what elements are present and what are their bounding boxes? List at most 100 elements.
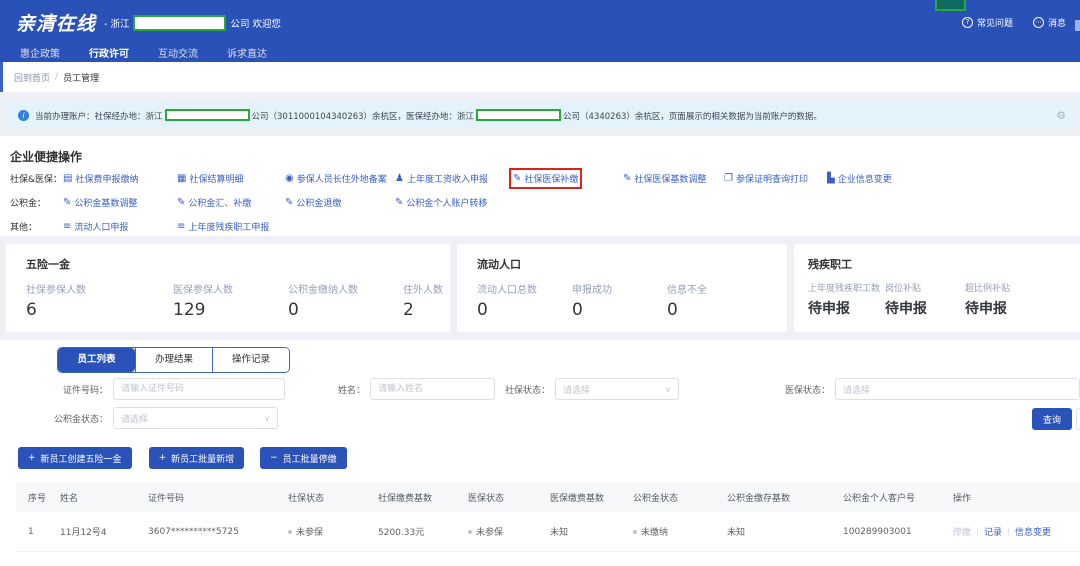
status-badge: 未参保 [456, 512, 538, 552]
plus-icon: + [28, 453, 36, 463]
card-icon: ▤ [63, 174, 72, 184]
edit-icon: ✎ [623, 174, 631, 184]
breadcrumb-current: 员工管理 [63, 71, 99, 84]
list-icon: ≡ [177, 222, 185, 232]
metric-zhuwai-renshu: 住外人数2 [403, 281, 443, 320]
fund-status-select[interactable]: 请选择∨ [113, 407, 278, 429]
link-gongjijin-zhanghu-zhuanyi[interactable]: ✎公积金个人账户转移 [395, 196, 487, 209]
edit-icon: ✎ [285, 198, 293, 208]
status-badge: 未参保 [276, 512, 366, 552]
link-gongjijin-tuijiao[interactable]: ✎公积金退缴 [285, 196, 341, 209]
partial-nav-item [1075, 20, 1080, 31]
metric-xinxi-buquan: 信息不全0 [667, 281, 762, 320]
link-gongjijin-jishu-tiaozheng[interactable]: ✎公积金基数调整 [63, 196, 137, 209]
plus-icon: + [159, 453, 167, 463]
link-shebaofei-shenbao[interactable]: ▤社保费申报缴纳 [63, 172, 138, 185]
table-row: 1 11月12号4 3607**********5725 未参保 5200.33… [16, 512, 1080, 552]
table-header-row: 序号 姓名 证件号码 社保状态 社保缴费基数 医保状态 医保缴费基数 公积金状态… [16, 483, 1080, 512]
stats-cards: 五险一金 社保参保人数6 医保参保人数129 公积金缴纳人数0 住外人数2 流动… [0, 244, 1080, 332]
link-qiye-xinxi-biangeng[interactable]: ▙企业信息变更 [827, 172, 892, 185]
edit-icon: ✎ [395, 198, 403, 208]
status-badge: 未参保 [276, 552, 366, 566]
link-shebao-yibao-bujiao-highlighted[interactable]: ✎社保医保补缴 [513, 172, 578, 185]
batch-stop-payment-button[interactable]: −员工批量停缴 [260, 447, 347, 469]
card-liudongrenkou: 流动人口 流动人口总数0 申报成功0 信息不全0 [457, 244, 787, 332]
quick-actions-section: 企业便捷操作 社保&医保： ▤社保费申报缴纳 ▦社保结算明细 ◉参保人员长住外地… [0, 136, 1080, 236]
minus-icon: − [270, 453, 278, 463]
list-icon: ≡ [63, 222, 71, 232]
person-icon: ♟ [395, 174, 404, 184]
metric-canji-zhigongshu: 上年度残疾职工数待申报 [808, 281, 885, 318]
card-canjizhigong: 残疾职工 上年度残疾职工数待申报 岗位补贴待申报 超比例补贴待申报 [794, 244, 1080, 332]
metric-gangwei-butie: 岗位补贴待申报 [885, 281, 965, 318]
badge-icon: ◉ [285, 174, 294, 184]
edit-icon: ✎ [513, 174, 521, 184]
company-region-prefix: - 浙江 [104, 16, 129, 30]
create-wuxianyijin-button[interactable]: +新员工创建五险一金 [18, 447, 132, 469]
row-actions: 停缴记录信息变更 [941, 552, 1080, 566]
batch-add-employee-button[interactable]: +新员工批量新增 [149, 447, 245, 469]
breadcrumb: 回到首页 / 员工管理 [0, 62, 1080, 92]
qa-row-label-shebao: 社保&医保： [10, 172, 63, 185]
partial-reset-button[interactable] [1076, 408, 1080, 430]
chevron-down-icon: ∨ [264, 414, 270, 423]
tab-operation-log[interactable]: 操作记录 [212, 348, 289, 372]
message-icon: ⋯ [1033, 17, 1044, 28]
faq-button[interactable]: ? 常见问题 [962, 16, 1013, 29]
card-wuxianyijin: 五险一金 社保参保人数6 医保参保人数129 公积金缴纳人数0 住外人数2 [6, 244, 450, 332]
notice-redaction-1 [165, 109, 250, 121]
metric-chaobili-butie: 超比例补贴待申报 [965, 281, 1010, 318]
filter-medical-status: 医保状态： 请选择 [740, 378, 1080, 400]
search-button[interactable]: 查询 [1032, 408, 1072, 430]
tab-processing-results[interactable]: 办理结果 [135, 348, 212, 372]
metric-shebao-canbao: 社保参保人数6 [26, 281, 173, 320]
card-title: 流动人口 [477, 256, 787, 272]
link-gongjijin-hui-bujiao[interactable]: ✎公积金汇、补缴 [177, 196, 251, 209]
status-badge: 未缴纳 [621, 512, 715, 552]
info-change-link[interactable]: 信息变更 [1015, 528, 1051, 538]
social-status-select[interactable]: 请选择∨ [555, 378, 679, 400]
quick-actions-title: 企业便捷操作 [0, 136, 1080, 165]
gear-icon[interactable]: ⚙ [1056, 109, 1066, 122]
tab-group: 员工列表 办理结果 操作记录 [57, 347, 290, 373]
row-actions: 停缴 记录 信息变更 [941, 512, 1080, 552]
breadcrumb-separator: / [55, 72, 58, 82]
link-gongzi-shouru-shenbao[interactable]: ♟上年度工资收入申报 [395, 172, 488, 185]
status-badge: 未参保 [456, 552, 538, 566]
account-notice-bar: i 当前办理账户：社保经办地：浙江公司（3011000104340263）余杭区… [6, 102, 1074, 128]
filter-social-status: 社保状态： 请选择∨ [460, 378, 679, 400]
filter-fund-status: 公积金状态： 请选择∨ [18, 407, 278, 429]
employee-panel: 员工列表 办理结果 操作记录 证件号码： 姓名： 社保状态： 请选择∨ 医保状态… [0, 340, 1080, 566]
table-row: 2 test1 4116**********6419 未参保 3321.6元 未… [16, 552, 1080, 566]
record-link[interactable]: 记录 [984, 528, 1002, 538]
top-header: 亲清在线 - 浙江 公司 欢迎您 ? 常见问题 ⋯ 消息 惠企政策 行政许可 互… [0, 0, 1080, 62]
company-name-redaction [133, 15, 226, 31]
edit-icon: ✎ [177, 198, 185, 208]
notice-redaction-2 [476, 109, 561, 121]
metric-shenbao-chenggong: 申报成功0 [572, 281, 667, 320]
messages-button[interactable]: ⋯ 消息 [1033, 16, 1066, 29]
statement-icon: ▦ [177, 174, 186, 184]
breadcrumb-home-link[interactable]: 回到首页 [14, 71, 50, 84]
chevron-down-icon: ∨ [665, 385, 671, 394]
metric-gongjijin-jiaona: 公积金缴纳人数0 [288, 281, 403, 320]
metric-yibao-canbao: 医保参保人数129 [173, 281, 288, 320]
filter-cert-no: 证件号码： [18, 378, 285, 400]
edit-icon: ✎ [63, 198, 71, 208]
card-title: 五险一金 [26, 256, 450, 272]
link-shebao-yibao-jishu-tiaozheng[interactable]: ✎社保医保基数调整 [623, 172, 706, 185]
welcome-text: 公司 欢迎您 [230, 16, 281, 30]
qa-row-label-gongjijin: 公积金： [10, 196, 63, 209]
medical-status-select[interactable]: 请选择 [835, 378, 1080, 400]
stop-payment-link[interactable]: 停缴 [953, 528, 971, 538]
cert-no-input[interactable] [113, 378, 285, 400]
link-liudong-renkou-shenbao[interactable]: ≡流动人口申报 [63, 220, 128, 233]
chart-icon: ▙ [827, 174, 835, 184]
printer-icon: ❐ [724, 174, 733, 184]
topright-redaction [935, 0, 966, 11]
tab-employee-list[interactable]: 员工列表 [58, 348, 135, 372]
link-canji-zhigong-shenbao[interactable]: ≡上年度残疾职工申报 [177, 220, 269, 233]
link-changzhu-waidi-beian[interactable]: ◉参保人员长住外地备案 [285, 172, 387, 185]
link-shebao-jiesuan[interactable]: ▦社保结算明细 [177, 172, 243, 185]
link-canbao-zhengming-dayin[interactable]: ❐参保证明查询打印 [724, 172, 808, 185]
